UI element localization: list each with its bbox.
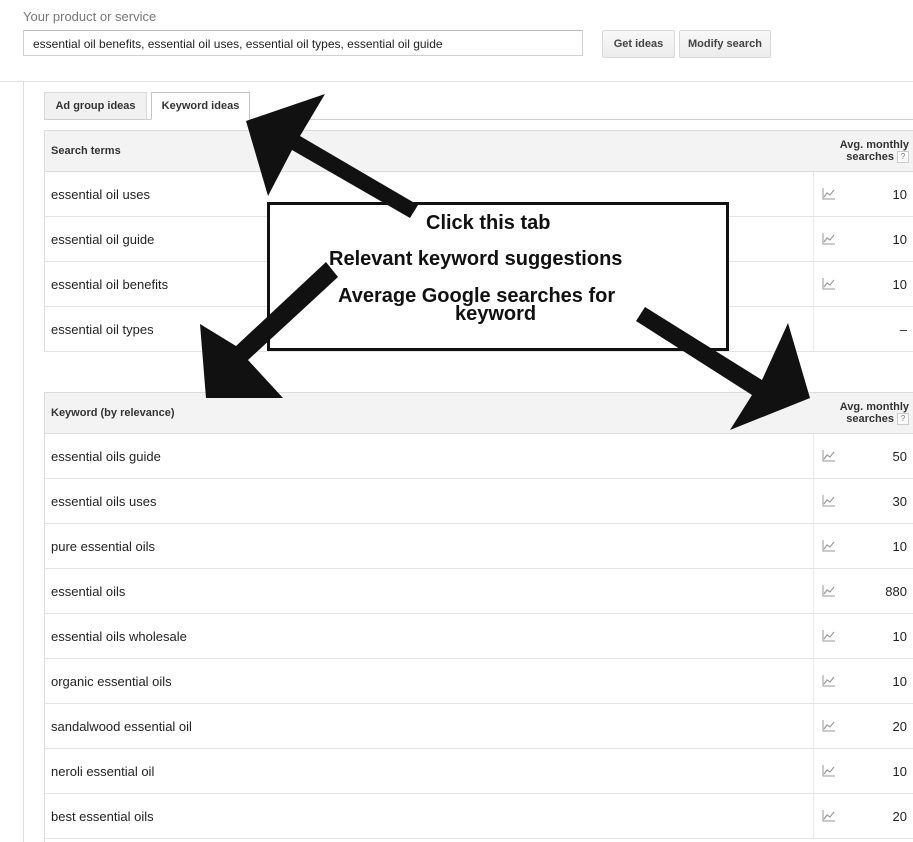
search-terms-column-header: Search terms [51,145,121,157]
keyword-ideas-header: Keyword (by relevance) Avg. monthly sear… [45,393,913,434]
keyword-idea-row: organic essential oils 10 [45,659,913,704]
avg-monthly-searches-value: 30 [892,494,907,509]
help-question-icon[interactable]: ? [897,151,909,164]
trend-chart-icon[interactable] [822,277,836,290]
keyword-idea-row: essential oils wholesale 10 [45,614,913,659]
column-divider [813,704,814,748]
modify-search-button[interactable]: Modify search [679,30,771,58]
keyword-text: essential oils [51,584,126,599]
column-divider [813,614,814,658]
content-left-border [23,82,24,842]
trend-chart-icon[interactable] [822,629,836,642]
avg-monthly-searches-value: 10 [892,539,907,554]
column-divider [813,794,814,838]
trend-chart-icon[interactable] [822,764,836,777]
keyword-text: essential oils wholesale [51,629,187,644]
trend-chart-icon[interactable] [822,232,836,245]
help-question-icon[interactable]: ? [897,413,909,426]
keyword-text: essential oil types [51,322,154,337]
avg-monthly-searches-value: 10 [892,232,907,247]
keyword-idea-row: neroli essential oil 10 [45,749,913,794]
avg-monthly-searches-value: 20 [892,719,907,734]
column-divider [813,479,814,523]
avg-monthly-searches-value: 10 [892,764,907,779]
keyword-text: essential oils uses [51,494,157,509]
column-divider [813,434,814,478]
avg-monthly-searches-value: 10 [892,674,907,689]
column-divider [813,569,814,613]
avg-monthly-searches-value: 880 [885,584,907,599]
product-service-input[interactable]: essential oil benefits, essential oil us… [23,30,583,56]
trend-chart-icon[interactable] [822,449,836,462]
keyword-text: neroli essential oil [51,764,155,779]
annotation-callout-box: Click this tab Relevant keyword suggesti… [267,202,729,351]
avg-monthly-searches-value: 20 [892,809,907,824]
search-terms-header: Search terms Avg. monthly searches? [45,131,913,172]
avg-monthly-searches-value: 10 [892,187,907,202]
keyword-idea-row: sandalwood essential oil 20 [45,704,913,749]
trend-chart-icon[interactable] [822,719,836,732]
column-divider [813,307,814,351]
keyword-text: best essential oils [51,809,154,824]
annotation-line-click-tab: Click this tab [426,212,551,234]
annotation-line-keyword: keyword [455,303,537,325]
keyword-planner-page: Your product or service essential oil be… [0,0,913,842]
column-divider [813,172,814,216]
product-service-label: Your product or service [23,9,157,24]
keyword-text: essential oil guide [51,232,155,247]
avg-monthly-searches-value: 50 [892,449,907,464]
keyword-idea-row: best essential oils 20 [45,794,913,839]
keyword-idea-row: essential oils guide 50 [45,434,913,479]
keyword-idea-row: pure essential oils 10 [45,524,913,569]
keyword-text: pure essential oils [51,539,156,554]
keyword-text: essential oils guide [51,449,161,464]
column-divider [813,262,814,306]
keyword-text: organic essential oils [51,674,172,689]
keyword-text: sandalwood essential oil [51,719,192,734]
keyword-idea-row: essential oils uses 30 [45,479,913,524]
column-divider [813,217,814,261]
avg-monthly-searches-header[interactable]: Avg. monthly searches? [819,401,909,426]
annotation-line-keyword-suggestions: Relevant keyword suggestions [329,248,623,270]
keyword-by-relevance-column-header[interactable]: Keyword (by relevance) [51,407,175,419]
keyword-text: essential oil uses [51,187,150,202]
avg-monthly-searches-header[interactable]: Avg. monthly searches? [819,139,909,164]
trend-chart-icon[interactable] [822,809,836,822]
keyword-text: essential oil benefits [51,277,169,292]
avg-monthly-searches-value: – [899,322,907,337]
trend-chart-icon[interactable] [822,584,836,597]
trend-chart-icon[interactable] [822,674,836,687]
header-divider [0,81,913,82]
keyword-idea-row: essential oils 880 [45,569,913,614]
trend-chart-icon[interactable] [822,187,836,200]
avg-monthly-searches-value: 10 [892,629,907,644]
column-divider [813,659,814,703]
trend-chart-icon[interactable] [822,539,836,552]
column-divider [813,524,814,568]
get-ideas-button[interactable]: Get ideas [602,30,675,58]
column-divider [813,749,814,793]
avg-monthly-searches-value: 10 [892,277,907,292]
keyword-ideas-table: Keyword (by relevance) Avg. monthly sear… [44,392,913,842]
trend-chart-icon[interactable] [822,494,836,507]
tab-keyword-ideas[interactable]: Keyword ideas [151,92,250,120]
tab-ad-group-ideas[interactable]: Ad group ideas [44,92,147,119]
